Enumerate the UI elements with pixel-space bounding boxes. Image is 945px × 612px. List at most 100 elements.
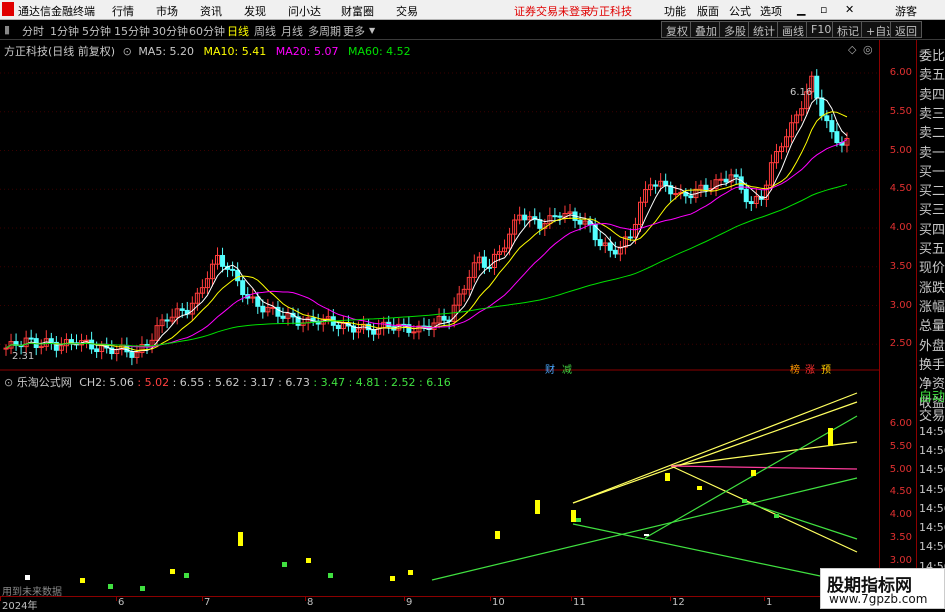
menu-options[interactable]: 选项 — [760, 3, 782, 19]
time-tick-mark — [571, 597, 572, 601]
period-5min[interactable]: 5分钟 — [82, 23, 111, 39]
time-tick-mark — [490, 597, 491, 601]
panel-item[interactable]: 买一 — [919, 161, 945, 180]
period-daily[interactable]: 日线 — [227, 23, 249, 39]
candle-body — [220, 254, 226, 267]
panel-item-lower[interactable]: 14:56 — [919, 425, 945, 438]
minimize-icon[interactable]: ▁ — [797, 3, 805, 16]
period-1min[interactable]: 1分钟 — [50, 23, 79, 39]
panel-item-lower[interactable]: 14:56 — [919, 463, 945, 476]
menu-ask[interactable]: 问小达 — [288, 3, 321, 19]
menu-discover[interactable]: 发现 — [244, 3, 266, 19]
chart-title: 方正科技(日线 前复权) — [4, 45, 116, 58]
candle-body — [129, 351, 135, 358]
sub-dropdown-icon[interactable]: ⊙ — [4, 376, 13, 389]
candle-body — [557, 215, 563, 218]
sub-y-tick: 6.00 — [889, 418, 912, 429]
menu-news[interactable]: 资讯 — [200, 3, 222, 19]
panel-item[interactable]: 卖四 — [919, 84, 945, 103]
marker-forecast[interactable]: 预 — [821, 361, 831, 376]
chevron-down-icon[interactable]: ▼ — [369, 26, 375, 35]
signal-bar — [495, 531, 500, 539]
kline-chart[interactable] — [0, 40, 879, 595]
panel-item[interactable]: 涨幅 — [919, 296, 945, 315]
period-more[interactable]: 更多 — [343, 23, 365, 39]
panel-item[interactable]: 买三 — [919, 199, 945, 218]
panel-item-lower[interactable]: 14:56 — [919, 521, 945, 534]
panel-item-lower[interactable]: 14:56 — [919, 502, 945, 515]
diamond-icon[interactable]: ◇ — [848, 43, 856, 56]
signal-bar — [282, 562, 287, 567]
circle-settings-icon[interactable]: ◎ — [863, 43, 873, 56]
time-tick-mark — [116, 597, 117, 601]
candle-body — [819, 97, 825, 117]
sub-value-3: : 3.17 — [239, 376, 275, 389]
panel-item[interactable]: 买二 — [919, 180, 945, 199]
sub-value-5: : 3.47 — [309, 376, 346, 389]
ma-lines — [5, 97, 848, 353]
main-y-tick: 4.00 — [889, 222, 912, 233]
panel-item[interactable]: 卖三 — [919, 103, 945, 122]
panel-item[interactable]: 委比 — [919, 45, 945, 64]
panel-item[interactable]: 涨跌 — [919, 277, 945, 296]
menu-trade[interactable]: 交易 — [396, 3, 418, 19]
main-y-tick: 2.50 — [889, 338, 912, 350]
btn-multi-stock[interactable]: 多股 — [719, 21, 751, 38]
marker-finance[interactable]: 财 — [545, 361, 555, 376]
candle-body — [260, 305, 266, 313]
period-weekly[interactable]: 周线 — [254, 23, 276, 39]
candle-body — [441, 315, 447, 321]
btn-adjust[interactable]: 复权 — [661, 21, 693, 38]
panel-item-lower[interactable]: 14:56 — [919, 540, 945, 553]
btn-draw[interactable]: 画线 — [777, 21, 809, 38]
period-monthly[interactable]: 月线 — [281, 23, 303, 39]
period-intraday[interactable]: 分时 — [22, 23, 44, 39]
period-multi[interactable]: 多周期 — [308, 23, 341, 39]
candle-body — [28, 337, 34, 340]
panel-item[interactable]: 换手 — [919, 354, 945, 373]
marker-board[interactable]: 榜 — [790, 361, 800, 376]
trend-line — [670, 465, 858, 470]
period-15min[interactable]: 15分钟 — [114, 23, 150, 39]
panel-item-lower[interactable]: 交易 — [919, 405, 945, 424]
menu-quote[interactable]: 行情 — [112, 3, 134, 19]
menu-function[interactable]: 功能 — [664, 3, 686, 19]
time-tick: 8 — [307, 597, 314, 608]
btn-back[interactable]: 返回 — [890, 21, 922, 38]
signal-bar — [665, 473, 670, 481]
panel-item-lower[interactable]: 14:56 — [919, 483, 945, 496]
btn-mark[interactable]: 标记 — [832, 21, 864, 38]
panel-item[interactable]: 卖一 — [919, 142, 945, 161]
candle-body — [653, 184, 659, 187]
dropdown-icon[interactable]: ⊙ — [123, 45, 132, 58]
panel-item[interactable]: 买四 — [919, 219, 945, 238]
menu-formula[interactable]: 公式 — [729, 3, 751, 19]
candle-body — [824, 115, 830, 122]
menu-market[interactable]: 市场 — [156, 3, 178, 19]
signal-bar — [644, 534, 649, 536]
panel-item-lower[interactable]: 自动 — [919, 386, 945, 405]
btn-overlay[interactable]: 叠加 — [690, 21, 722, 38]
period-30min[interactable]: 30分钟 — [152, 23, 188, 39]
panel-item[interactable]: 买五 — [919, 238, 945, 257]
marker-reduce[interactable]: 减 — [562, 361, 572, 376]
panel-item-lower[interactable]: 14:56 — [919, 444, 945, 457]
panel-item[interactable]: 卖五 — [919, 64, 945, 83]
signal-bar — [535, 500, 540, 514]
marker-limit-up[interactable]: 涨 — [805, 361, 815, 376]
menu-layout[interactable]: 版面 — [697, 3, 719, 19]
restore-icon[interactable]: ▫ — [820, 3, 827, 16]
guest-label[interactable]: 游客 — [895, 3, 917, 19]
candle-body — [240, 280, 246, 296]
close-icon[interactable]: ✕ — [845, 3, 854, 16]
panel-item[interactable]: 外盘 — [919, 335, 945, 354]
panel-item[interactable]: 卖二 — [919, 122, 945, 141]
time-tick: 1 — [766, 597, 773, 608]
period-60min[interactable]: 60分钟 — [189, 23, 225, 39]
menu-wealth[interactable]: 财富圈 — [341, 3, 374, 19]
panel-item[interactable]: 总量 — [919, 315, 945, 334]
sub-indicator — [25, 392, 858, 591]
login-notice[interactable]: 证券交易未登录 — [514, 3, 591, 19]
btn-stats[interactable]: 统计 — [748, 21, 780, 38]
panel-item[interactable]: 现价 — [919, 257, 945, 276]
